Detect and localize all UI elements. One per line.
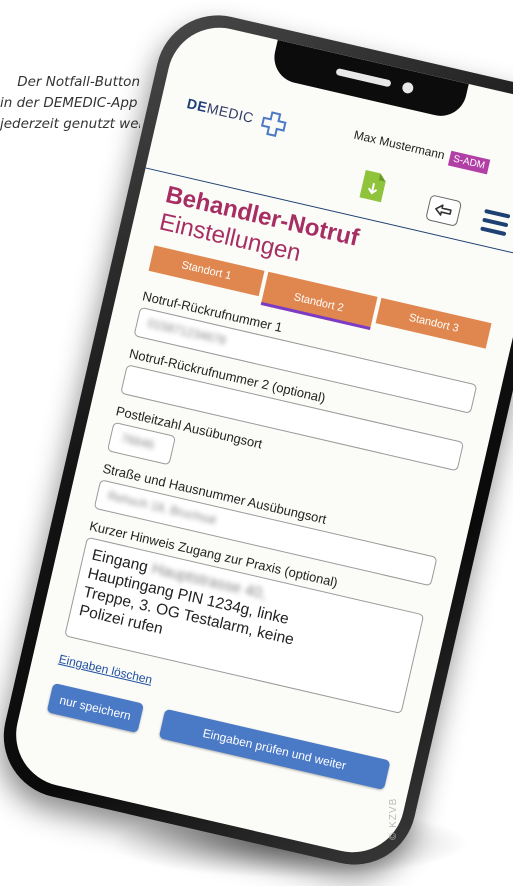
- back-arrow-icon: [435, 204, 452, 216]
- medical-cross-icon: [261, 111, 288, 138]
- caption-text: Der Notfall-Button in der DEMEDIC-App ka…: [0, 72, 140, 135]
- demedic-logo[interactable]: DEMEDIC: [184, 91, 290, 139]
- clear-inputs-link[interactable]: Eingaben löschen: [57, 652, 153, 687]
- check-and-continue-button[interactable]: Eingaben prüfen und weiter: [158, 708, 391, 790]
- save-only-button[interactable]: nur speichern: [46, 682, 144, 733]
- back-button[interactable]: [425, 194, 463, 227]
- speaker-icon: [335, 67, 392, 88]
- document-download-icon[interactable]: [358, 169, 388, 204]
- logo-suffix: MEDIC: [205, 99, 256, 126]
- camera-icon: [401, 81, 415, 95]
- role-badge: S-ADM: [447, 150, 491, 175]
- callback1-value: 015871234678: [146, 316, 228, 348]
- copyright-watermark: © KZVB: [388, 797, 399, 840]
- caption-line-3: jederzeit genutzt werden.: [0, 116, 140, 132]
- caption-line-1: Der Notfall-Button: [17, 74, 140, 90]
- user-info[interactable]: Max Mustermann S-ADM: [352, 127, 491, 175]
- caption-line-2: in der DEMEDIC-App kann: [0, 95, 140, 111]
- user-name: Max Mustermann: [352, 127, 447, 163]
- phone-screen: DEMEDIC Max Mustermann S-ADM Behandler-N…: [5, 17, 513, 863]
- zip-value: 76646: [119, 431, 156, 453]
- hamburger-menu-icon[interactable]: [480, 208, 511, 237]
- action-buttons: nur speichern Eingaben prüfen und weiter: [46, 682, 391, 790]
